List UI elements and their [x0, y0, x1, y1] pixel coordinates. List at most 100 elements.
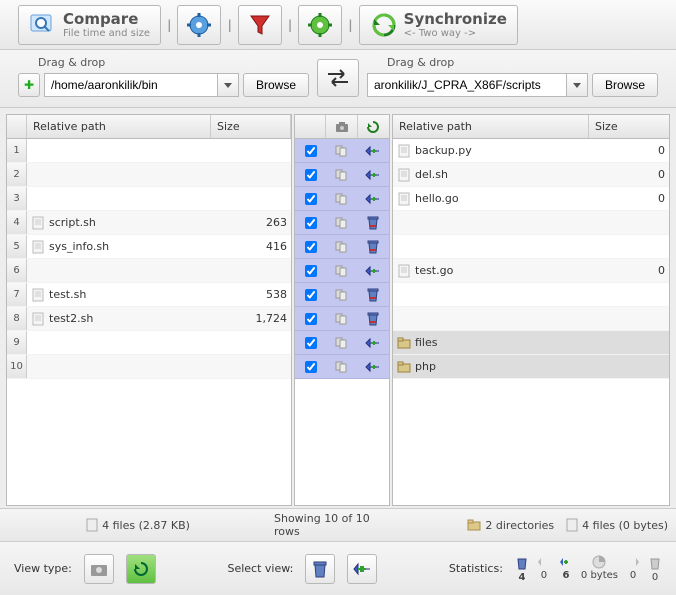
row-checkbox[interactable]	[305, 361, 317, 373]
compare-button[interactable]: Compare File time and size	[18, 5, 161, 45]
size-header[interactable]: Size	[589, 115, 669, 138]
left-path-dropdown[interactable]	[217, 73, 239, 97]
right-path-combo[interactable]	[367, 73, 588, 97]
file-name-cell: php	[393, 360, 589, 374]
row-checkbox[interactable]	[305, 169, 317, 181]
table-row[interactable]: 1	[7, 139, 291, 163]
table-row[interactable]: del.sh0	[393, 163, 669, 187]
table-row[interactable]: 7 test.sh538	[7, 283, 291, 307]
left-browse-button[interactable]: Browse	[243, 73, 309, 97]
right-grid-body: backup.py0 del.sh0 hello.go0 test.go0 fi…	[393, 139, 669, 505]
category-icon	[326, 288, 357, 302]
file-name-cell: del.sh	[393, 168, 589, 182]
row-checkbox[interactable]	[305, 193, 317, 205]
relpath-header[interactable]: Relative path	[27, 115, 211, 138]
action-icon[interactable]	[358, 192, 389, 206]
select-copy-view-button[interactable]	[347, 554, 377, 584]
row-number: 8	[7, 307, 27, 330]
viewtype-action-button[interactable]	[126, 554, 156, 584]
size-cell: 0	[589, 144, 669, 157]
file-name-cell: test.go	[393, 264, 589, 278]
row-number: 10	[7, 355, 27, 378]
action-icon[interactable]	[358, 264, 389, 278]
swap-paths-button[interactable]	[317, 59, 359, 97]
main-toolbar: Compare File time and size | | | | Synch…	[0, 0, 676, 50]
table-row[interactable]: 4 script.sh263	[7, 211, 291, 235]
category-icon	[326, 168, 357, 182]
file-name-cell: script.sh	[27, 216, 211, 230]
table-row[interactable]: 10	[7, 355, 291, 379]
row-number: 5	[7, 235, 27, 258]
table-row[interactable]	[393, 235, 669, 259]
table-row[interactable]: 8 test2.sh1,724	[7, 307, 291, 331]
settings-button[interactable]	[177, 5, 221, 45]
row-checkbox[interactable]	[305, 217, 317, 229]
checkbox-header[interactable]	[295, 115, 326, 138]
right-browse-button[interactable]: Browse	[592, 73, 658, 97]
plus-icon: ✚	[24, 78, 34, 92]
row-checkbox[interactable]	[305, 289, 317, 301]
left-grid: Relative path Size 1234 script.sh2635 sy…	[6, 114, 292, 506]
relpath-header[interactable]: Relative path	[393, 115, 589, 138]
table-row[interactable]: 5 sys_info.sh416	[7, 235, 291, 259]
synchronize-button[interactable]: Synchronize <- Two way ->	[359, 5, 518, 45]
table-row[interactable]: 2	[7, 163, 291, 187]
row-checkbox[interactable]	[305, 265, 317, 277]
category-icon	[326, 240, 357, 254]
table-row[interactable]: hello.go0	[393, 187, 669, 211]
refresh-icon	[132, 560, 150, 578]
row-number: 3	[7, 187, 27, 210]
sync-settings-button[interactable]	[298, 5, 342, 45]
action-header[interactable]	[358, 115, 389, 138]
left-path-input[interactable]	[44, 73, 217, 97]
action-icon[interactable]	[358, 287, 389, 303]
category-header[interactable]	[326, 115, 357, 138]
row-checkbox[interactable]	[305, 337, 317, 349]
file-name-cell: backup.py	[393, 144, 589, 158]
trash-icon	[311, 559, 329, 579]
add-left-path-button[interactable]: ✚	[18, 73, 40, 97]
row-checkbox[interactable]	[305, 145, 317, 157]
table-row[interactable]: 9	[7, 331, 291, 355]
table-row[interactable]: 6	[7, 259, 291, 283]
right-path-input[interactable]	[367, 73, 566, 97]
action-icon[interactable]	[358, 239, 389, 255]
filter-button[interactable]	[238, 5, 282, 45]
action-icon[interactable]	[358, 311, 389, 327]
table-row[interactable]	[393, 307, 669, 331]
separator: |	[286, 18, 294, 32]
action-icon[interactable]	[358, 168, 389, 182]
table-row[interactable]: php	[393, 355, 669, 379]
folder-icon	[467, 519, 481, 531]
middle-grid-body	[295, 139, 389, 505]
select-delete-view-button[interactable]	[305, 554, 335, 584]
gear-icon	[186, 12, 212, 38]
table-row[interactable]: backup.py0	[393, 139, 669, 163]
statistics-label: Statistics:	[449, 562, 503, 575]
table-row[interactable]	[393, 211, 669, 235]
size-cell: 263	[211, 216, 291, 229]
row-checkbox[interactable]	[305, 241, 317, 253]
action-icon[interactable]	[358, 215, 389, 231]
action-icon[interactable]	[358, 336, 389, 350]
action-icon[interactable]	[358, 360, 389, 374]
table-row[interactable]: files	[393, 331, 669, 355]
pie-icon	[592, 555, 606, 569]
category-icon	[326, 312, 357, 326]
left-path-combo[interactable]	[44, 73, 239, 97]
right-path-dropdown[interactable]	[566, 73, 588, 97]
size-header[interactable]: Size	[211, 115, 291, 138]
arrow-right-icon	[626, 555, 640, 569]
viewtype-category-button[interactable]	[84, 554, 114, 584]
size-cell: 0	[589, 192, 669, 205]
table-row[interactable]: 3	[7, 187, 291, 211]
sync-subtitle: <- Two way ->	[404, 28, 507, 39]
table-row[interactable]: test.go0	[393, 259, 669, 283]
row-checkbox[interactable]	[305, 313, 317, 325]
right-path-column: Drag & drop Browse	[367, 56, 658, 97]
table-row[interactable]	[393, 283, 669, 307]
magnifier-icon	[29, 11, 57, 39]
viewtype-label: View type:	[14, 562, 72, 575]
status-bar: 4 files (2.87 KB) Showing 10 of 10 rows …	[0, 508, 676, 541]
action-icon[interactable]	[358, 144, 389, 158]
